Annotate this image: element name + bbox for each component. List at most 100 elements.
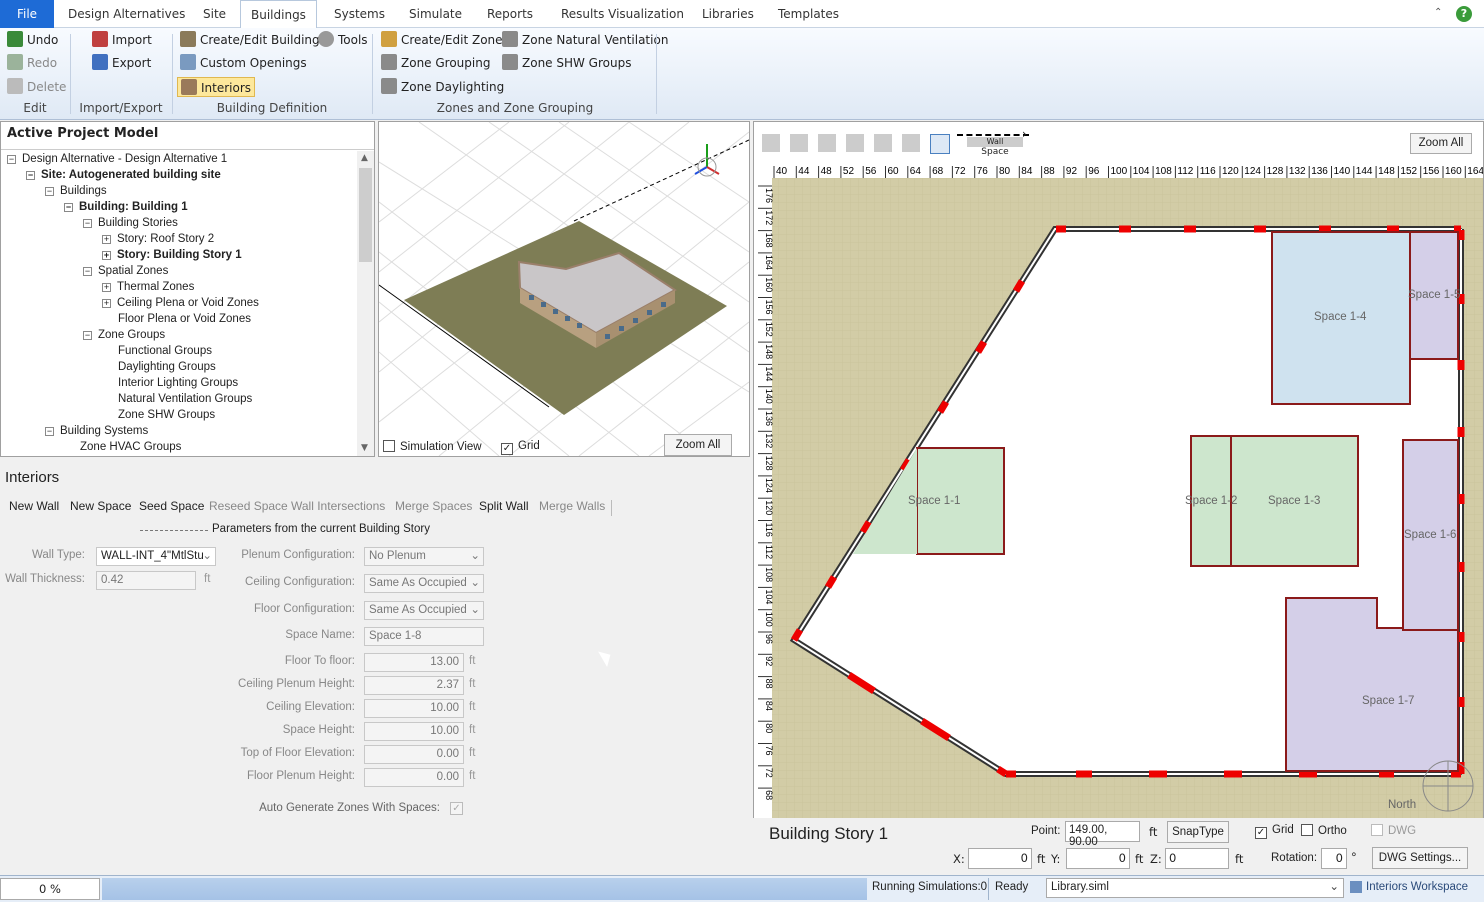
wall-intersections-button[interactable]: Wall Intersections (291, 499, 385, 513)
library-select[interactable]: Library.siml ⌄ (1046, 878, 1344, 898)
floor-to-floor-input[interactable]: 13.00 (364, 653, 464, 672)
create-edit-zones-button[interactable]: Create/Edit Zones (381, 30, 509, 50)
seed-space-button[interactable]: Seed Space (139, 499, 204, 513)
zone-natural-ventilation-button[interactable]: Zone Natural Ventilation (502, 30, 668, 50)
simulation-view-toggle[interactable]: Simulation View (383, 440, 482, 453)
tool-icon[interactable] (902, 134, 920, 152)
floor-plan-canvas[interactable]: 40 44 48 52 56 60 64 68 72 76 80 84 88 92 96 100 104 108 1… (754, 162, 1483, 818)
pencil-icon[interactable] (930, 134, 950, 154)
y-input[interactable]: 0 (1066, 848, 1130, 869)
tool-icon[interactable] (874, 134, 892, 152)
split-wall-button[interactable]: Split Wall (479, 499, 529, 513)
collapse-ribbon-icon[interactable]: ⌃ (1434, 7, 1442, 18)
plan-view-panel[interactable]: › Wall Space Zoom All 40 44 48 52 56 60 64 68 72… (753, 121, 1484, 818)
snap-type-button[interactable]: SnapType (1167, 821, 1229, 843)
tab-reports[interactable]: Reports (477, 0, 543, 28)
checkbox[interactable]: ✓ (501, 443, 513, 455)
tab-design-alternatives[interactable]: Design Alternatives (58, 0, 195, 28)
floor-config-select[interactable]: Same As Occupied ⌄ (364, 601, 484, 620)
tool-icon[interactable] (818, 134, 836, 152)
new-wall-button[interactable]: New Wall (9, 499, 59, 513)
tab-buildings[interactable]: Buildings (240, 0, 317, 29)
tool-icon[interactable] (846, 134, 864, 152)
grid-toggle-plan[interactable]: ✓ Grid (1255, 824, 1294, 839)
floor-plenum-input[interactable]: 0.00 (364, 768, 464, 787)
ceiling-config-select[interactable]: Same As Occupied ⌄ (364, 574, 484, 593)
zoom-all-3d-button[interactable]: Zoom All (664, 434, 732, 456)
tree-node[interactable]: − Spatial Zones (83, 263, 168, 279)
tree-node[interactable]: − Building Systems (45, 423, 148, 439)
tool-icon[interactable] (762, 134, 780, 152)
tab-site[interactable]: Site (193, 0, 236, 28)
z-input[interactable]: 0 (1165, 848, 1229, 869)
ortho-toggle[interactable]: Ortho (1301, 824, 1347, 837)
undo-button[interactable]: Undo (7, 30, 58, 50)
zoom-all-plan-button[interactable]: Zoom All (1410, 133, 1472, 154)
dwg-settings-button[interactable]: DWG Settings... (1372, 847, 1468, 869)
zone-grouping-button[interactable]: Zone Grouping (381, 53, 490, 73)
tree-node[interactable]: − Site: Autogenerated building site (26, 167, 221, 183)
tree-node[interactable]: − Buildings (45, 183, 107, 199)
reseed-space-button[interactable]: Reseed Space (209, 499, 288, 513)
interiors-button[interactable]: Interiors (177, 77, 256, 97)
tree-node[interactable]: − Building: Building 1 (64, 199, 188, 215)
tree-node[interactable]: Zone SHW Groups (118, 407, 215, 423)
tree-node[interactable]: + Ceiling Plena or Void Zones (102, 295, 259, 311)
scroll-thumb[interactable] (359, 168, 372, 262)
tree-node[interactable]: Functional Groups (118, 343, 212, 359)
tree-node[interactable]: Interior Lighting Groups (118, 375, 238, 391)
help-icon[interactable]: ? (1456, 6, 1472, 22)
tree-node[interactable]: + Thermal Zones (102, 279, 194, 295)
zone-shw-groups-button[interactable]: Zone SHW Groups (502, 53, 631, 73)
file-menu[interactable]: File (0, 0, 54, 28)
tree-node[interactable]: + Story: Roof Story 2 (102, 231, 214, 247)
dwg-toggle[interactable]: DWG (1371, 824, 1416, 837)
tree-node[interactable]: Zone HVAC Groups (80, 439, 181, 455)
tree-node[interactable]: Natural Ventilation Groups (118, 391, 252, 407)
checkbox[interactable] (1301, 824, 1313, 836)
auto-generate-checkbox[interactable]: ✓ (450, 802, 463, 815)
tree-scrollbar[interactable]: ▲ ▼ (357, 151, 374, 456)
scroll-up-icon[interactable]: ▲ (361, 153, 368, 163)
tab-libraries[interactable]: Libraries (692, 0, 764, 28)
tool-icon[interactable] (790, 134, 808, 152)
tree-node[interactable]: − Design Alternative - Design Alternative… (7, 151, 227, 167)
tree-node[interactable]: Daylighting Groups (118, 359, 216, 375)
ceiling-elevation-input[interactable]: 10.00 (364, 699, 464, 718)
merge-spaces-button[interactable]: Merge Spaces (395, 499, 472, 513)
3d-view-panel[interactable]: Simulation View ✓ Grid Zoom All (378, 121, 750, 457)
zone-daylighting-button[interactable]: Zone Daylighting (381, 77, 504, 97)
checkbox[interactable] (383, 440, 395, 452)
import-button[interactable]: Import (92, 30, 152, 50)
tab-results-visualization[interactable]: Results Visualization (551, 0, 694, 28)
create-edit-buildings-button[interactable]: Create/Edit Buildings (180, 30, 326, 50)
tree-node[interactable]: − Building Stories (83, 215, 178, 231)
plenum-config-select[interactable]: No Plenum ⌄ (364, 547, 484, 566)
grid-toggle-3d[interactable]: ✓ Grid (501, 440, 540, 455)
tab-systems[interactable]: Systems (324, 0, 395, 28)
point-input[interactable]: 149.00, 90.00 (1065, 821, 1140, 848)
custom-openings-button[interactable]: Custom Openings (180, 53, 307, 73)
delete-button[interactable]: Delete (7, 77, 66, 97)
redo-button[interactable]: Redo (7, 53, 57, 73)
top-floor-elevation-input[interactable]: 0.00 (364, 745, 464, 764)
space-height-input[interactable]: 10.00 (364, 722, 464, 741)
x-input[interactable]: 0 (968, 848, 1032, 869)
tree-node[interactable]: + Story: Building Story 1 (102, 247, 242, 263)
wall-thickness-input[interactable]: 0.42 (96, 571, 196, 590)
checkbox[interactable]: ✓ (1255, 827, 1267, 839)
checkbox[interactable] (1371, 824, 1383, 836)
new-space-button[interactable]: New Space (70, 499, 131, 513)
tree-node[interactable]: Floor Plena or Void Zones (118, 311, 251, 327)
tab-templates[interactable]: Templates (768, 0, 849, 28)
wall-type-select[interactable]: WALL-INT_4"MtlStu ⌄ (96, 547, 216, 566)
tools-button[interactable]: Tools (318, 30, 368, 50)
export-button[interactable]: Export (92, 53, 151, 73)
ceiling-plenum-input[interactable]: 2.37 (364, 676, 464, 695)
scroll-down-icon[interactable]: ▼ (361, 443, 368, 453)
rotation-input[interactable]: 0 (1321, 848, 1347, 869)
space-name-input[interactable]: Space 1-8 (364, 627, 484, 646)
tab-simulate[interactable]: Simulate (399, 0, 472, 28)
tree-node[interactable]: − Zone Groups (83, 327, 165, 343)
merge-walls-button[interactable]: Merge Walls (539, 499, 605, 513)
